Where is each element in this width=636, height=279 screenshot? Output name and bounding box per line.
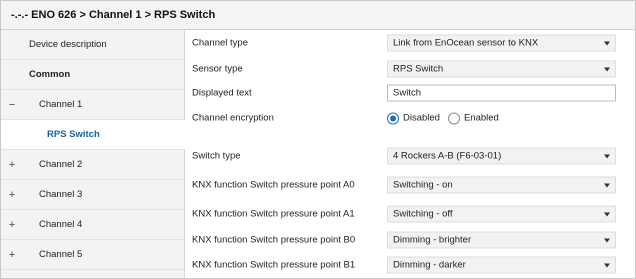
b1-function-select[interactable]: Dimming - darker (387, 256, 616, 274)
param-label: Sensor type (192, 63, 243, 75)
select-value: Link from EnOcean sensor to KNX (393, 37, 539, 49)
param-label: KNX function Switch pressure point A1 (192, 208, 355, 220)
select-value: Dimming - darker (393, 259, 466, 271)
param-row-sensor-type: Sensor type RPS Switch (185, 56, 635, 82)
radio-unselected-icon (447, 112, 460, 124)
param-label: Displayed text (192, 87, 252, 99)
sidebar-item-channel-2[interactable]: + Channel 2 (1, 150, 184, 180)
chevron-down-icon (604, 212, 610, 217)
sidebar-item-channel-3[interactable]: + Channel 3 (1, 180, 184, 210)
select-value: Dimming - brighter (393, 234, 472, 246)
radio-selected-icon (387, 112, 399, 124)
channel-encryption-radio-group: Disabled Enabled (387, 110, 616, 127)
sidebar-item-common[interactable]: Common (1, 60, 184, 90)
sidebar-item-rps-switch[interactable]: RPS Switch (1, 120, 185, 150)
select-value: 4 Rockers A-B (F6-03-01) (393, 150, 502, 162)
param-label: KNX function Switch pressure point B1 (192, 259, 356, 271)
app-frame: -.-.- ENO 626 > Channel 1 > RPS Switch D… (0, 0, 636, 279)
sensor-type-select[interactable]: RPS Switch (387, 60, 616, 78)
chevron-down-icon (604, 183, 610, 188)
expand-icon[interactable]: + (7, 219, 17, 231)
collapse-icon[interactable]: − (7, 99, 17, 111)
sidebar-item-channel-4[interactable]: + Channel 4 (1, 210, 184, 240)
sidebar-item-label: Channel 3 (39, 189, 83, 200)
sidebar-item-label: Channel 5 (39, 249, 83, 260)
a1-function-select[interactable]: Switching - off (387, 205, 616, 223)
radio-label: Enabled (463, 112, 499, 124)
param-label: KNX function Switch pressure point A0 (192, 179, 355, 191)
param-label: Channel type (192, 37, 248, 49)
sidebar-item-channel-1[interactable]: − Channel 1 (1, 90, 184, 120)
param-row-b1: KNX function Switch pressure point B1 Di… (185, 252, 635, 278)
sidebar-item-channel-5[interactable]: + Channel 5 (1, 240, 184, 270)
sidebar-item-label: Channel 2 (39, 159, 83, 170)
radio-disabled[interactable]: Disabled (387, 112, 440, 124)
param-row-switch-type: Switch type 4 Rockers A-B (F6-03-01) (185, 143, 635, 169)
param-label: KNX function Switch pressure point B0 (192, 234, 356, 246)
displayed-text-input[interactable] (387, 84, 616, 102)
select-value: RPS Switch (393, 63, 444, 75)
select-value: Switching - on (393, 179, 453, 191)
switch-type-select[interactable]: 4 Rockers A-B (F6-03-01) (387, 147, 616, 165)
sidebar-item-label: Common (29, 69, 71, 80)
sidebar-item-label: Device description (29, 39, 107, 50)
param-row-a0: KNX function Switch pressure point A0 Sw… (185, 172, 635, 198)
select-value: Switching - off (393, 208, 453, 220)
parameter-panel: Channel type Link from EnOcean sensor to… (185, 30, 635, 278)
param-row-b0: KNX function Switch pressure point B0 Di… (185, 227, 635, 253)
param-row-channel-encryption: Channel encryption Disabled Enabled (185, 105, 635, 131)
radio-label: Disabled (403, 112, 440, 124)
sidebar: Device description Common − Channel 1 RP… (1, 30, 185, 278)
chevron-down-icon (604, 263, 610, 268)
expand-icon[interactable]: + (7, 249, 17, 261)
chevron-down-icon (604, 41, 610, 46)
chevron-down-icon (604, 67, 610, 72)
channel-type-select[interactable]: Link from EnOcean sensor to KNX (387, 34, 616, 52)
page-title: -.-.- ENO 626 > Channel 1 > RPS Switch (1, 1, 635, 30)
sidebar-item-label: RPS Switch (47, 129, 100, 140)
param-row-a1: KNX function Switch pressure point A1 Sw… (185, 201, 635, 227)
param-label: Channel encryption (192, 112, 274, 124)
sidebar-item-label: Channel 1 (39, 99, 83, 110)
expand-icon[interactable]: + (7, 189, 17, 201)
b0-function-select[interactable]: Dimming - brighter (387, 231, 616, 249)
radio-enabled[interactable]: Enabled (447, 112, 499, 124)
chevron-down-icon (604, 154, 610, 159)
param-row-channel-type: Channel type Link from EnOcean sensor to… (185, 30, 635, 56)
expand-icon[interactable]: + (7, 159, 17, 171)
param-row-displayed-text: Displayed text (185, 80, 635, 106)
sidebar-item-device-description[interactable]: Device description (1, 30, 184, 60)
a0-function-select[interactable]: Switching - on (387, 176, 616, 194)
chevron-down-icon (604, 238, 610, 243)
param-label: Switch type (192, 150, 241, 162)
sidebar-item-label: Channel 4 (39, 219, 83, 230)
